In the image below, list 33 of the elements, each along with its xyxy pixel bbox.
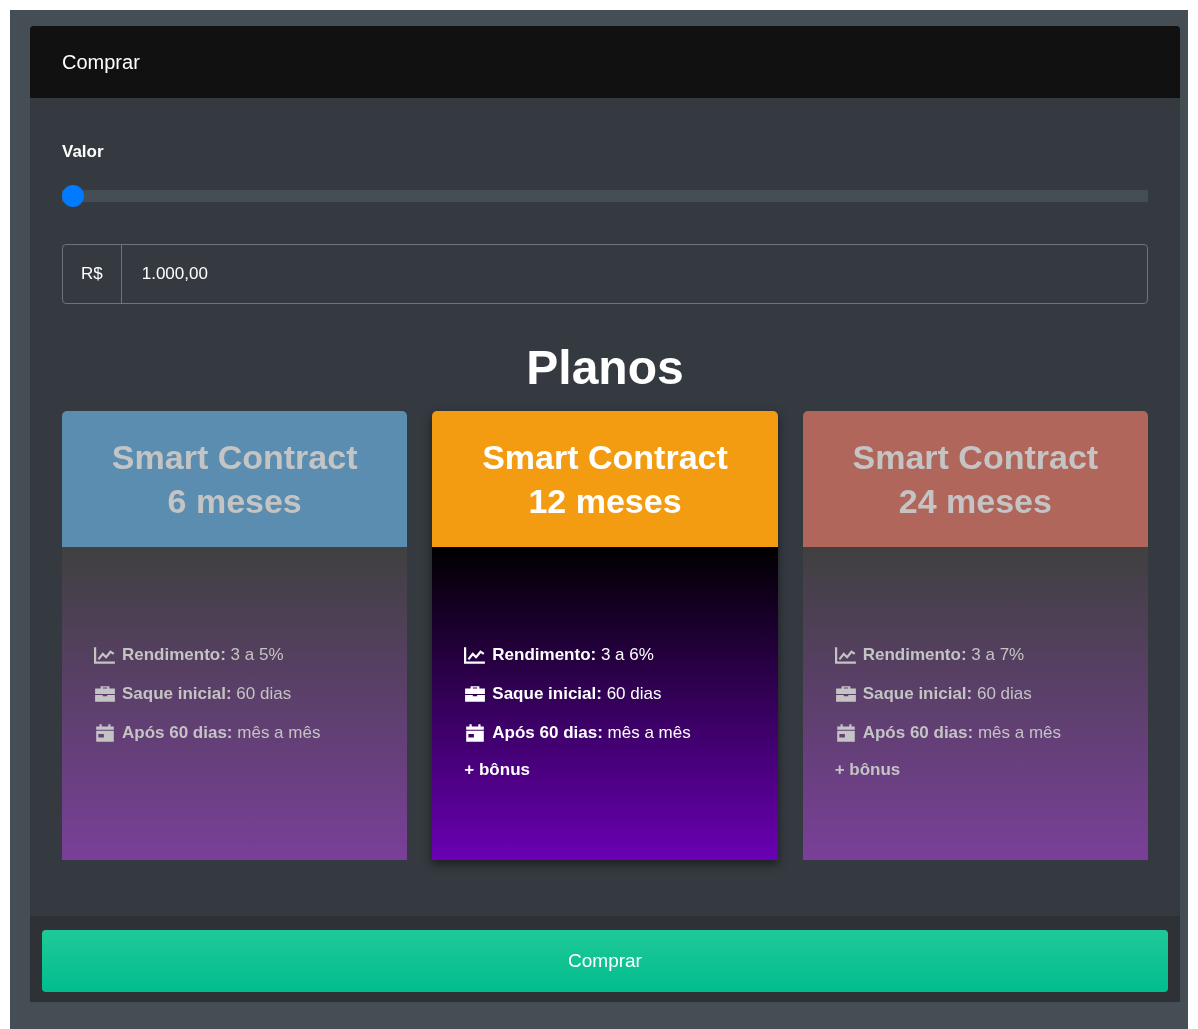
calendar-icon — [464, 723, 487, 742]
plan-duration: 6 meses — [167, 481, 302, 522]
plan-title: Smart Contract — [852, 436, 1099, 478]
plan-feature: Após 60 dias: mês a mês — [492, 722, 691, 743]
briefcase-icon — [94, 684, 116, 703]
plan-feature: Saque inicial: 60 dias — [492, 683, 662, 704]
plan-feature: Após 60 dias: mês a mês — [862, 722, 1062, 743]
modal-title: Comprar — [62, 50, 140, 74]
calendar-icon — [94, 723, 116, 742]
line-chart-icon — [94, 645, 116, 664]
currency-prefix: R$ — [63, 245, 122, 303]
bonus-label: + bônus — [834, 759, 902, 781]
briefcase-icon — [834, 684, 857, 703]
field-label: Valor — [62, 142, 105, 162]
plan-feature: Rendimento: 3 a 6% — [492, 644, 654, 665]
plan-feature: Saque inicial: 60 dias — [862, 683, 1032, 704]
slider-thumb[interactable] — [62, 185, 84, 207]
amount-field[interactable]: R$ 1.000,00 — [62, 244, 1148, 304]
calendar-icon — [834, 723, 857, 742]
plan-duration: 12 meses — [528, 481, 682, 522]
plan-feature: Rendimento: 3 a 5% — [122, 644, 284, 665]
plan-feature: Saque inicial: 60 dias — [122, 683, 292, 704]
plans-heading: Planos — [525, 340, 685, 395]
amount-input[interactable]: 1.000,00 — [121, 245, 1147, 303]
plan-title: Smart Contract — [111, 436, 358, 478]
line-chart-icon — [464, 645, 487, 664]
plan-duration: 24 meses — [898, 481, 1052, 522]
plan-feature: Após 60 dias: mês a mês — [122, 722, 321, 743]
bonus-label: + bônus — [464, 759, 531, 781]
plan-feature: Rendimento: 3 a 7% — [862, 644, 1025, 665]
briefcase-icon — [464, 684, 487, 703]
plan-title: Smart Contract — [482, 436, 728, 478]
line-chart-icon — [834, 645, 857, 664]
